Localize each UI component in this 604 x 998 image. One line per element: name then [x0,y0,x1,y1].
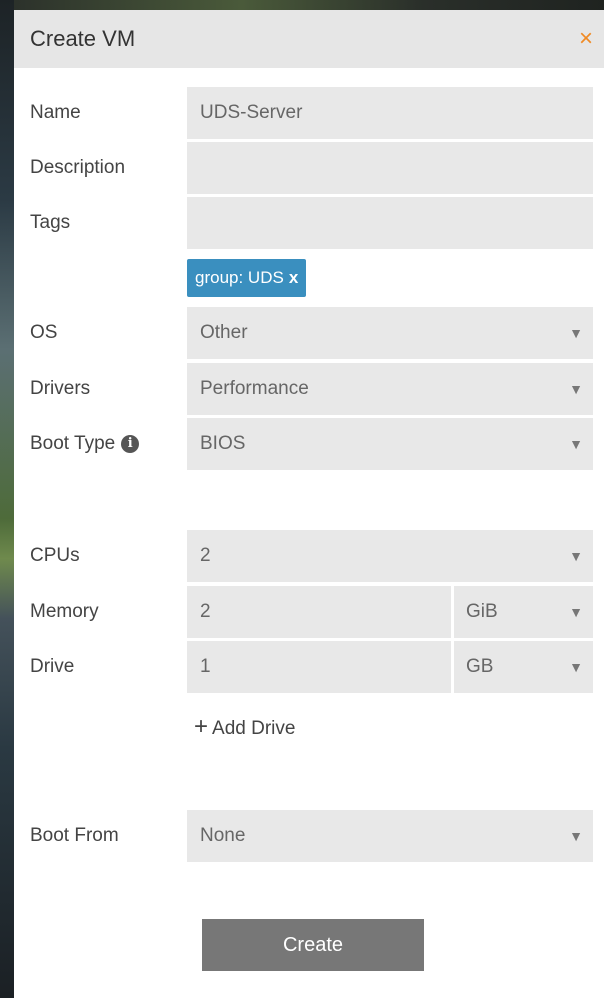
tag-remove-icon[interactable]: x [289,268,298,287]
background-top [0,0,604,10]
tags-input[interactable] [187,197,593,249]
drive-unit-value: GB [466,656,494,677]
boot-type-label-text: Boot Type [30,433,116,454]
boot-from-select-value: None [200,825,246,846]
drivers-label: Drivers [30,378,91,399]
drive-input[interactable]: 1 [187,641,451,693]
drivers-select[interactable]: Performance ▼ [187,363,593,415]
boot-type-label: Boot Type i [30,418,140,470]
tag-chip: group: UDS x [187,259,307,297]
chevron-down-icon: ▼ [569,604,583,620]
cpus-select[interactable]: 2 ▼ [187,530,593,582]
memory-unit-select[interactable]: GiB ▼ [454,586,593,638]
add-drive-link[interactable]: + Add Drive [194,707,295,747]
background-left [0,0,14,998]
chevron-down-icon: ▼ [569,828,583,844]
boot-from-label: Boot From [30,825,119,846]
boot-type-select[interactable]: BIOS ▼ [187,418,593,470]
chevron-down-icon: ▼ [569,659,583,675]
close-icon[interactable]: × [568,10,604,68]
chevron-down-icon: ▼ [569,548,583,564]
drive-unit-select[interactable]: GB ▼ [454,641,593,693]
add-drive-label: Add Drive [212,718,296,739]
boot-type-select-value: BIOS [200,433,246,454]
boot-from-select[interactable]: None ▼ [187,810,593,862]
cpus-select-value: 2 [200,545,211,566]
description-label: Description [30,157,126,178]
info-icon[interactable]: i [121,434,140,453]
name-input[interactable]: UDS-Server [187,87,593,139]
chevron-down-icon: ▼ [569,381,583,397]
dialog-header: Create VM × [14,10,604,68]
chevron-down-icon: ▼ [569,325,583,341]
drivers-select-value: Performance [200,378,309,399]
description-input[interactable] [187,142,593,194]
tags-label: Tags [30,212,71,233]
dialog-title: Create VM [30,26,136,51]
os-label: OS [30,322,58,343]
memory-unit-value: GiB [466,601,498,622]
os-select-value: Other [200,322,248,343]
memory-input[interactable]: 2 [187,586,451,638]
plus-icon: + [194,713,209,740]
create-vm-dialog: Create VM × Name UDS-Server Description … [14,10,604,998]
drive-label: Drive [30,656,75,677]
memory-label: Memory [30,601,99,622]
os-select[interactable]: Other ▼ [187,307,593,359]
tag-chip-text: group: UDS [195,268,284,287]
cpus-label: CPUs [30,545,80,566]
name-label: Name [30,102,81,123]
create-button[interactable]: Create [202,919,424,971]
chevron-down-icon: ▼ [569,436,583,452]
